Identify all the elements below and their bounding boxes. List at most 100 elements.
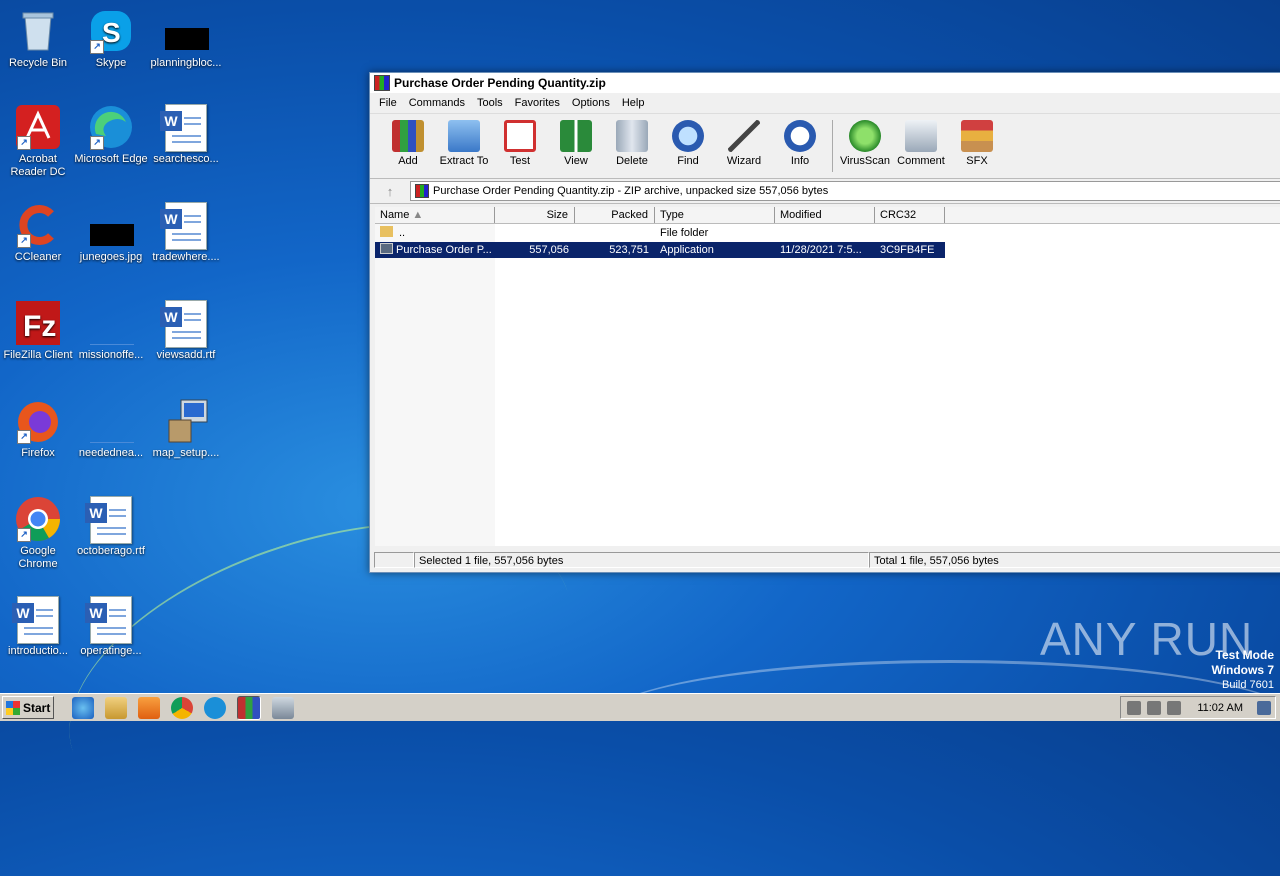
desktop-icon-edge[interactable]: ↗ Microsoft Edge bbox=[73, 104, 149, 166]
address-field[interactable]: Purchase Order Pending Quantity.zip - ZI… bbox=[410, 181, 1280, 201]
winrar-window[interactable]: Purchase Order Pending Quantity.zip File… bbox=[369, 72, 1280, 573]
application-icon bbox=[380, 243, 393, 254]
desktop-icon-junegoes[interactable]: junegoes.jpg bbox=[73, 202, 149, 264]
info-button[interactable]: Info bbox=[772, 120, 828, 167]
test-mode-label: Test Mode Windows 7 Build 7601 bbox=[1211, 648, 1274, 691]
edge-icon: ↗ bbox=[88, 104, 134, 150]
desktop-icon-recycle-bin[interactable]: Recycle Bin bbox=[0, 8, 76, 70]
desktop-icon-firefox[interactable]: ↗ Firefox bbox=[0, 398, 76, 460]
view-book-icon bbox=[560, 120, 592, 152]
virusscan-button[interactable]: VirusScan bbox=[837, 120, 893, 167]
desktop-icon-neededneа[interactable]: neededneа... bbox=[73, 398, 149, 460]
toolbar: Add Extract To Test View Delete Find Wiz… bbox=[370, 113, 1280, 179]
desktop-icon-viewsadd[interactable]: W viewsadd.rtf bbox=[148, 300, 224, 362]
taskbar: Start 11:02 AM bbox=[0, 693, 1280, 721]
menu-commands[interactable]: Commands bbox=[403, 97, 471, 109]
find-button[interactable]: Find bbox=[660, 120, 716, 167]
shortcut-arrow-icon: ↗ bbox=[17, 528, 31, 542]
trash-icon bbox=[616, 120, 648, 152]
shortcut-arrow-icon: ↗ bbox=[90, 40, 104, 54]
edge-taskbar-icon[interactable] bbox=[204, 696, 226, 719]
desktop-icon-searchesco[interactable]: W searchesco... bbox=[148, 104, 224, 166]
sort-arrow-icon: ▲ bbox=[412, 209, 424, 221]
file-list[interactable]: .. File folder Purchase Order P... 557,0… bbox=[375, 224, 1280, 546]
add-button[interactable]: Add bbox=[380, 120, 436, 167]
test-checklist-icon bbox=[504, 120, 536, 152]
desktop-icon-map-setup[interactable]: map_setup.... bbox=[148, 398, 224, 460]
word-doc-icon: W bbox=[160, 300, 209, 348]
folder-icon bbox=[380, 226, 393, 237]
magnifier-icon bbox=[672, 120, 704, 152]
word-doc-icon: W bbox=[160, 202, 209, 250]
toolbar-separator bbox=[832, 120, 833, 172]
extract-folder-icon bbox=[448, 120, 480, 152]
firefox-icon: ↗ bbox=[15, 398, 61, 444]
menu-file[interactable]: File bbox=[373, 97, 403, 109]
desktop-icon-operatinge[interactable]: W operatinge... bbox=[73, 596, 149, 658]
column-name[interactable]: Name ▲ bbox=[375, 207, 495, 223]
menu-tools[interactable]: Tools bbox=[471, 97, 509, 109]
desktop-icon-skype[interactable]: S ↗ Skype bbox=[73, 8, 149, 70]
table-row[interactable]: .. File folder bbox=[375, 225, 945, 241]
menu-help[interactable]: Help bbox=[616, 97, 651, 109]
flag-icon[interactable] bbox=[1127, 700, 1141, 715]
menu-options[interactable]: Options bbox=[566, 97, 616, 109]
desktop-icon-acrobat[interactable]: ↗ Acrobat Reader DC bbox=[0, 104, 76, 179]
ie-icon[interactable] bbox=[72, 696, 94, 719]
shortcut-arrow-icon: ↗ bbox=[90, 136, 104, 150]
winrar-taskbar-icon[interactable] bbox=[237, 695, 261, 720]
column-packed[interactable]: Packed bbox=[575, 207, 655, 223]
delete-button[interactable]: Delete bbox=[604, 120, 660, 167]
desktop-icon-octoberago[interactable]: W octoberago.rtf bbox=[73, 496, 149, 558]
desktop-icon-chrome[interactable]: ↗ Google Chrome bbox=[0, 496, 76, 571]
word-doc-icon: W bbox=[160, 104, 209, 152]
column-type[interactable]: Type bbox=[655, 207, 775, 223]
column-size[interactable]: Size bbox=[495, 207, 575, 223]
view-button[interactable]: View bbox=[548, 120, 604, 167]
drive-icon[interactable] bbox=[374, 552, 414, 568]
test-button[interactable]: Test bbox=[492, 120, 548, 167]
column-modified[interactable]: Modified bbox=[775, 207, 875, 223]
address-bar: ↑ Purchase Order Pending Quantity.zip - … bbox=[370, 179, 1280, 204]
status-total: Total 1 file, 557,056 bytes bbox=[869, 552, 1280, 568]
media-player-icon[interactable] bbox=[138, 696, 160, 719]
clock[interactable]: 11:02 AM bbox=[1197, 702, 1243, 714]
word-doc-icon: W bbox=[85, 496, 134, 544]
chrome-taskbar-icon[interactable] bbox=[171, 696, 193, 719]
add-archive-icon bbox=[392, 120, 424, 152]
svg-text:S: S bbox=[102, 17, 121, 48]
winrar-icon bbox=[374, 75, 390, 91]
desktop-icon-missionoffe[interactable]: missionoffe... bbox=[73, 300, 149, 362]
start-button[interactable]: Start bbox=[2, 696, 54, 719]
desktop-icon-ccleaner[interactable]: ↗ CCleaner bbox=[0, 202, 76, 264]
desktop-icon-filezilla[interactable]: Fz FileZilla Client bbox=[0, 300, 76, 362]
shortcut-arrow-icon: ↗ bbox=[17, 234, 31, 248]
blank-file-icon bbox=[88, 300, 134, 346]
recycle-bin-icon bbox=[15, 8, 61, 54]
word-doc-icon: W bbox=[85, 596, 134, 644]
volume-icon[interactable] bbox=[1167, 700, 1181, 715]
info-icon bbox=[784, 120, 816, 152]
desktop-icon-introductio[interactable]: W introductio... bbox=[0, 596, 76, 658]
show-desktop-icon[interactable] bbox=[1257, 700, 1271, 715]
extract-to-button[interactable]: Extract To bbox=[436, 120, 492, 167]
installer-taskbar-icon[interactable] bbox=[272, 696, 294, 719]
comment-button[interactable]: Comment bbox=[893, 120, 949, 167]
desktop-icon-tradewhere[interactable]: W tradewhere.... bbox=[148, 202, 224, 264]
table-row-selected[interactable]: Purchase Order P... 557,056 523,751 Appl… bbox=[375, 242, 945, 258]
window-title: Purchase Order Pending Quantity.zip bbox=[394, 76, 606, 90]
desktop-icon-planningbloc[interactable]: planningbloc... bbox=[148, 8, 224, 70]
address-text: Purchase Order Pending Quantity.zip - ZI… bbox=[433, 185, 829, 197]
menu-favorites[interactable]: Favorites bbox=[509, 97, 566, 109]
window-titlebar[interactable]: Purchase Order Pending Quantity.zip bbox=[370, 73, 1280, 93]
network-icon[interactable] bbox=[1147, 700, 1161, 715]
system-tray: 11:02 AM bbox=[1120, 696, 1276, 719]
up-arrow-icon[interactable]: ↑ bbox=[370, 184, 410, 199]
wizard-button[interactable]: Wizard bbox=[716, 120, 772, 167]
skype-icon: S ↗ bbox=[88, 8, 134, 54]
status-bar: Selected 1 file, 557,056 bytes Total 1 f… bbox=[370, 550, 1280, 570]
acrobat-icon: ↗ bbox=[15, 104, 61, 150]
sfx-button[interactable]: SFX bbox=[949, 120, 1005, 167]
column-crc32[interactable]: CRC32 bbox=[875, 207, 945, 223]
explorer-folder-icon[interactable] bbox=[105, 696, 127, 719]
